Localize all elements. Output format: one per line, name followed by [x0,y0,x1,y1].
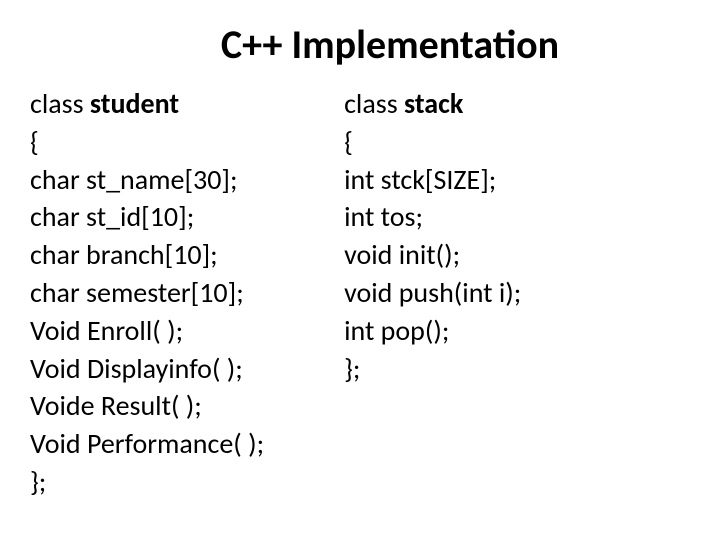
content-columns: class student { char st_name[30]; char s… [30,85,690,501]
code-line: int stck[SIZE]; [344,161,521,199]
code-line: Voide Result( ); [30,387,264,425]
code-line: void push(int i); [344,274,521,312]
code-line: }; [344,350,521,388]
right-column: class stack { int stck[SIZE]; int tos; v… [314,85,521,501]
code-line: int pop(); [344,312,521,350]
code-line: }; [30,463,264,501]
code-line: { [344,123,521,161]
right-class-keyword: class [344,86,404,121]
code-line: void init(); [344,236,521,274]
code-line: Void Performance( ); [30,425,264,463]
code-line: int tos; [344,198,521,236]
code-line: char branch[10]; [30,236,264,274]
left-column: class student { char st_name[30]; char s… [30,85,264,501]
code-line: Void Enroll( ); [30,312,264,350]
left-class-declaration: class student [30,85,264,123]
code-line: Void Displayinfo( ); [30,350,264,388]
left-class-name: student [90,86,179,121]
page-title: C++ Implementation [90,20,690,69]
left-class-keyword: class [30,86,90,121]
code-line: char st_name[30]; [30,161,264,199]
code-line: { [30,123,264,161]
code-line: char st_id[10]; [30,198,264,236]
right-class-declaration: class stack [344,85,521,123]
code-line: char semester[10]; [30,274,264,312]
right-class-name: stack [404,86,463,121]
